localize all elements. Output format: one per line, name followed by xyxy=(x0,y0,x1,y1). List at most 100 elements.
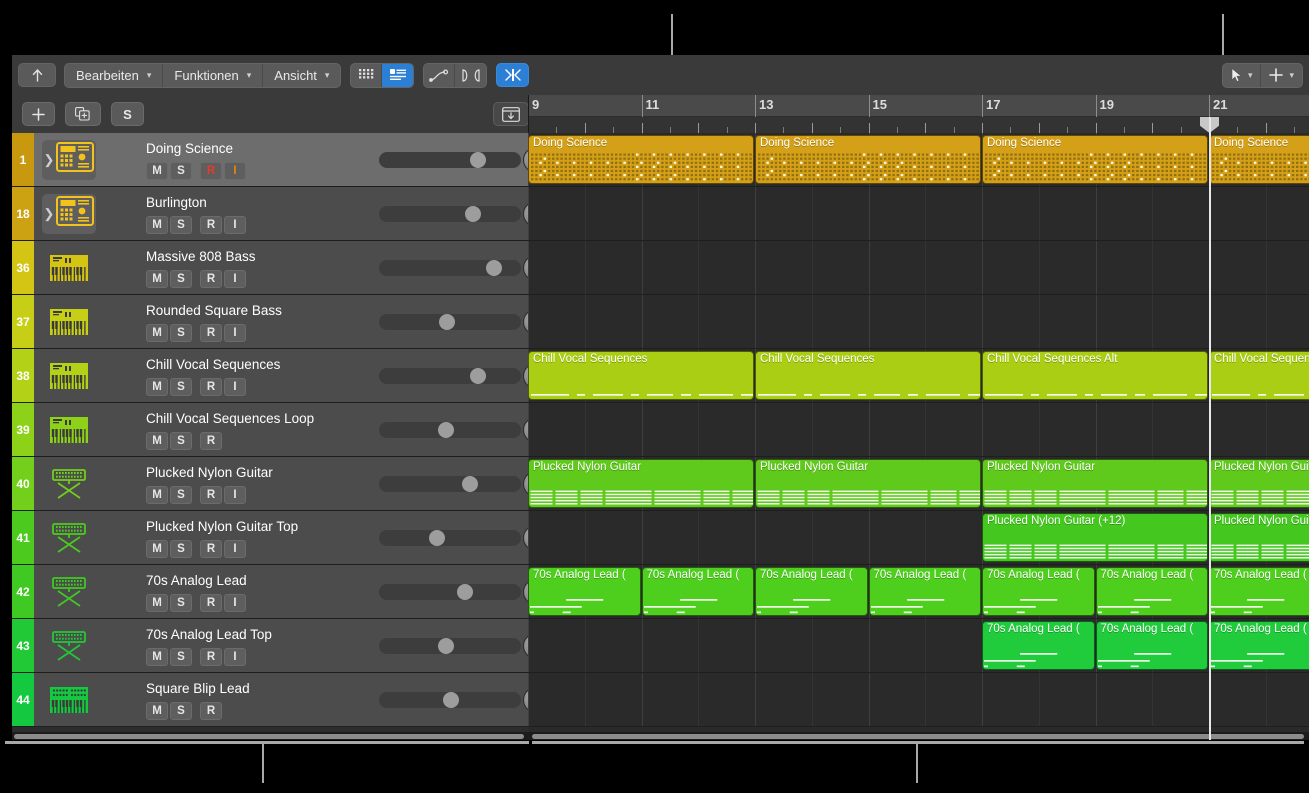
track-header[interactable]: 4370s Analog Lead TopMSRI xyxy=(12,619,528,673)
region[interactable]: 70s Analog Lead ( xyxy=(1096,621,1209,670)
canvas-track-row[interactable] xyxy=(528,403,1309,457)
track-mute-button[interactable]: M xyxy=(146,270,168,288)
scroll-thumb-right[interactable] xyxy=(532,734,1304,739)
track-number[interactable]: 40 xyxy=(12,457,34,510)
track-input-monitor-button[interactable]: I xyxy=(224,540,246,558)
volume-slider-thumb[interactable] xyxy=(439,314,455,330)
track-number[interactable]: 1 xyxy=(12,133,34,186)
track-number[interactable]: 44 xyxy=(12,673,34,726)
track-input-monitor-button[interactable]: I xyxy=(224,486,246,504)
volume-slider[interactable] xyxy=(379,584,521,600)
flex-time-icon[interactable] xyxy=(455,64,486,87)
hide-tracks-button[interactable] xyxy=(493,102,529,126)
track-solo-button[interactable]: S xyxy=(170,540,192,558)
canvas-track-row[interactable] xyxy=(528,673,1309,727)
track-record-enable-button[interactable]: R xyxy=(200,432,222,450)
volume-slider[interactable] xyxy=(379,368,521,384)
track-header[interactable]: 44Square Blip LeadMSR xyxy=(12,673,528,727)
automation-curve-icon[interactable] xyxy=(424,64,455,87)
canvas-track-row[interactable] xyxy=(528,241,1309,295)
canvas-track-row[interactable]: Plucked Nylon Guitar (+12)Plucked Nylon … xyxy=(528,511,1309,565)
region[interactable]: Chill Vocal Sequences Alt xyxy=(982,351,1208,400)
track-solo-button[interactable]: S xyxy=(170,324,192,342)
track-input-monitor-button[interactable]: I xyxy=(224,216,246,234)
grid-view-icon[interactable] xyxy=(351,64,382,87)
volume-slider[interactable] xyxy=(379,260,521,276)
track-header[interactable]: 1❯Doing ScienceMSRI xyxy=(12,133,528,187)
track-record-enable-button[interactable]: R xyxy=(200,702,222,720)
track-mute-button[interactable]: M xyxy=(146,324,168,342)
track-solo-button[interactable]: S xyxy=(170,162,192,180)
region[interactable]: Plucked Nylon Guitar (+12) xyxy=(982,513,1208,562)
region[interactable]: 70s Analog Lead ( xyxy=(982,567,1095,616)
add-track-button[interactable] xyxy=(22,102,55,126)
region[interactable]: Doing Science xyxy=(755,135,981,184)
volume-slider-thumb[interactable] xyxy=(470,368,486,384)
track-record-enable-button[interactable]: R xyxy=(200,486,222,504)
track-mute-button[interactable]: M xyxy=(146,216,168,234)
disclosure-chevron-icon[interactable]: ❯ xyxy=(44,152,55,168)
track-solo-button[interactable]: S xyxy=(170,648,192,666)
track-solo-button[interactable]: S xyxy=(170,432,192,450)
canvas-track-row[interactable]: Chill Vocal Sequences Chill Vocal Sequenc… xyxy=(528,349,1309,403)
region[interactable]: Plucked Nylon Guitar xyxy=(755,459,981,508)
region[interactable]: 70s Analog Lead ( xyxy=(642,567,755,616)
track-number[interactable]: 37 xyxy=(12,295,34,348)
region[interactable]: 70s Analog Lead ( xyxy=(528,567,641,616)
volume-slider[interactable] xyxy=(379,422,521,438)
volume-slider[interactable] xyxy=(379,530,521,546)
pointer-tool-icon[interactable]: ▾ xyxy=(1223,64,1262,87)
track-mute-button[interactable]: M xyxy=(146,702,168,720)
volume-slider-thumb[interactable] xyxy=(486,260,502,276)
menu-ansicht[interactable]: Ansicht▾ xyxy=(263,64,340,87)
region[interactable]: Chill Vocal Sequences xyxy=(528,351,754,400)
track-name[interactable]: 70s Analog Lead Top xyxy=(146,627,272,642)
track-number[interactable]: 18 xyxy=(12,187,34,240)
region[interactable]: 70s Analog Lead ( xyxy=(755,567,868,616)
track-canvas[interactable]: Doing ScienceDoing ScienceDoing ScienceD… xyxy=(528,133,1309,740)
track-mute-button[interactable]: M xyxy=(146,594,168,612)
track-solo-button[interactable]: S xyxy=(170,378,192,396)
canvas-track-row[interactable] xyxy=(528,187,1309,241)
track-input-monitor-button[interactable]: I xyxy=(224,594,246,612)
solo-button[interactable]: S xyxy=(111,102,144,126)
track-name[interactable]: Burlington xyxy=(146,195,248,210)
track-record-enable-button[interactable]: R xyxy=(200,378,222,396)
scroll-thumb-left[interactable] xyxy=(14,734,524,739)
track-mute-button[interactable]: M xyxy=(146,162,168,180)
volume-slider-thumb[interactable] xyxy=(462,476,478,492)
region[interactable]: 70s Analog Lead ( xyxy=(1096,567,1209,616)
track-header[interactable]: 40Plucked Nylon GuitarMSRI xyxy=(12,457,528,511)
track-name[interactable]: Plucked Nylon Guitar Top xyxy=(146,519,298,534)
track-mute-button[interactable]: M xyxy=(146,648,168,666)
list-view-icon[interactable] xyxy=(382,64,413,87)
track-name[interactable]: Chill Vocal Sequences xyxy=(146,357,280,372)
ruler-bar-numbers[interactable]: 9111315171921 xyxy=(528,95,1309,117)
crosshair-tool-icon[interactable]: ▾ xyxy=(1261,64,1302,87)
track-number[interactable]: 38 xyxy=(12,349,34,402)
region[interactable]: 70s Analog Lead ( xyxy=(1209,621,1309,670)
track-number[interactable]: 43 xyxy=(12,619,34,672)
volume-slider-thumb[interactable] xyxy=(429,530,445,546)
canvas-track-row[interactable] xyxy=(528,295,1309,349)
track-stack-box[interactable]: ❯ xyxy=(42,194,96,234)
volume-slider[interactable] xyxy=(379,206,521,222)
track-solo-button[interactable]: S xyxy=(170,270,192,288)
region[interactable]: Doing Science xyxy=(1209,135,1309,184)
track-solo-button[interactable]: S xyxy=(170,594,192,612)
track-input-monitor-button[interactable]: I xyxy=(224,270,246,288)
track-header[interactable]: 41Plucked Nylon Guitar TopMSRI xyxy=(12,511,528,565)
track-record-enable-button[interactable]: R xyxy=(200,324,222,342)
track-record-enable-button[interactable]: R xyxy=(200,162,222,180)
disclosure-chevron-icon[interactable]: ❯ xyxy=(44,206,55,222)
ruler-beat-ticks[interactable] xyxy=(528,117,1309,133)
track-record-enable-button[interactable]: R xyxy=(200,270,222,288)
menu-funktionen[interactable]: Funktionen▾ xyxy=(163,64,263,87)
track-header[interactable]: 37Rounded Square BassMSRI xyxy=(12,295,528,349)
volume-slider[interactable] xyxy=(379,476,521,492)
back-arrow-icon[interactable] xyxy=(18,63,56,87)
track-record-enable-button[interactable]: R xyxy=(200,648,222,666)
region[interactable]: Plucked Nylon Guitar xyxy=(1209,513,1309,562)
region[interactable]: Doing Science xyxy=(982,135,1208,184)
track-solo-button[interactable]: S xyxy=(170,702,192,720)
